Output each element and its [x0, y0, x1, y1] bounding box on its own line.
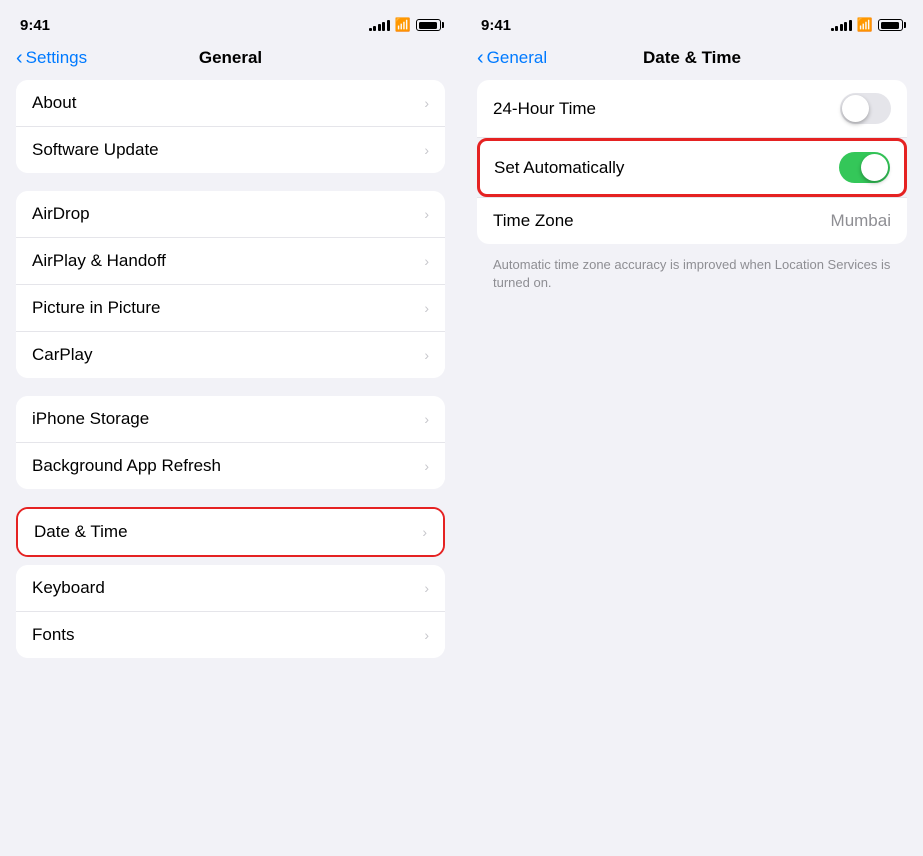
set-automatically-toggle[interactable] [839, 152, 890, 183]
hint-text: Automatic time zone accuracy is improved… [493, 256, 891, 292]
settings-group-bottom: Keyboard › Fonts › [16, 565, 445, 658]
back-label: Settings [26, 48, 87, 68]
airplay-handoff-chevron-icon: › [424, 253, 429, 269]
keyboard-row[interactable]: Keyboard › [16, 565, 445, 612]
software-update-chevron-icon: › [424, 142, 429, 158]
airdrop-row[interactable]: AirDrop › [16, 191, 445, 238]
right-panel: 9:41 📶 ‹ General Date & Time [461, 0, 923, 856]
background-app-refresh-row[interactable]: Background App Refresh › [16, 443, 445, 489]
about-label: About [32, 93, 76, 113]
settings-group-1: About › Software Update › [16, 80, 445, 173]
date-time-chevron-icon: › [422, 524, 427, 540]
keyboard-label: Keyboard [32, 578, 105, 598]
datetime-settings-group: 24-Hour Time Set Automatically Time Zone… [477, 80, 907, 244]
right-back-label: General [487, 48, 547, 68]
background-app-refresh-chevron-icon: › [424, 458, 429, 474]
software-update-label: Software Update [32, 140, 159, 160]
airplay-handoff-row[interactable]: AirPlay & Handoff › [16, 238, 445, 285]
left-panel: 9:41 📶 ‹ Settings General Abo [0, 0, 461, 856]
date-time-row-container: Date & Time › [16, 507, 445, 557]
time-zone-value: Mumbai [831, 211, 891, 231]
twenty-four-hour-toggle[interactable] [840, 93, 891, 124]
right-back-chevron-icon: ‹ [477, 48, 484, 68]
time-zone-row[interactable]: Time Zone Mumbai [477, 197, 907, 244]
left-status-icons: 📶 [369, 17, 441, 33]
set-automatically-row[interactable]: Set Automatically [477, 138, 907, 197]
keyboard-chevron-icon: › [424, 580, 429, 596]
left-nav-bar: ‹ Settings General [0, 44, 461, 80]
hint-container: Automatic time zone accuracy is improved… [461, 252, 923, 292]
left-page-title: General [199, 48, 262, 68]
right-time: 9:41 [481, 17, 511, 34]
picture-in-picture-row[interactable]: Picture in Picture › [16, 285, 445, 332]
set-automatically-label: Set Automatically [494, 158, 624, 178]
picture-in-picture-chevron-icon: › [424, 300, 429, 316]
carplay-chevron-icon: › [424, 347, 429, 363]
left-settings-content: About › Software Update › AirDrop › AirP… [0, 80, 461, 856]
carplay-row[interactable]: CarPlay › [16, 332, 445, 378]
left-status-bar: 9:41 📶 [0, 0, 461, 44]
airdrop-chevron-icon: › [424, 206, 429, 222]
software-update-row[interactable]: Software Update › [16, 127, 445, 173]
background-app-refresh-label: Background App Refresh [32, 456, 221, 476]
airplay-handoff-label: AirPlay & Handoff [32, 251, 166, 271]
right-wifi-icon: 📶 [857, 17, 873, 33]
fonts-row[interactable]: Fonts › [16, 612, 445, 658]
date-time-row[interactable]: Date & Time › [18, 509, 443, 555]
twenty-four-hour-row[interactable]: 24-Hour Time [477, 80, 907, 138]
iphone-storage-label: iPhone Storage [32, 409, 149, 429]
date-time-label: Date & Time [34, 522, 128, 542]
settings-group-2: AirDrop › AirPlay & Handoff › Picture in… [16, 191, 445, 378]
right-status-bar: 9:41 📶 [461, 0, 923, 44]
general-back-button[interactable]: ‹ General [477, 48, 547, 68]
right-nav-bar: ‹ General Date & Time [461, 44, 923, 80]
twenty-four-hour-label: 24-Hour Time [493, 99, 596, 119]
carplay-label: CarPlay [32, 345, 92, 365]
right-battery-icon [878, 19, 903, 31]
battery-icon [416, 19, 441, 31]
settings-group-3: iPhone Storage › Background App Refresh … [16, 396, 445, 489]
picture-in-picture-label: Picture in Picture [32, 298, 161, 318]
back-chevron-icon: ‹ [16, 48, 23, 68]
settings-back-button[interactable]: ‹ Settings [16, 48, 87, 68]
right-settings-content: 24-Hour Time Set Automatically Time Zone… [461, 80, 923, 292]
iphone-storage-row[interactable]: iPhone Storage › [16, 396, 445, 443]
left-time: 9:41 [20, 17, 50, 34]
right-page-title: Date & Time [643, 48, 741, 68]
wifi-icon: 📶 [395, 17, 411, 33]
right-status-icons: 📶 [831, 17, 903, 33]
iphone-storage-chevron-icon: › [424, 411, 429, 427]
fonts-label: Fonts [32, 625, 75, 645]
airdrop-label: AirDrop [32, 204, 90, 224]
about-chevron-icon: › [424, 95, 429, 111]
signal-icon [369, 19, 390, 31]
time-zone-label: Time Zone [493, 211, 574, 231]
fonts-chevron-icon: › [424, 627, 429, 643]
right-signal-icon [831, 19, 852, 31]
about-row[interactable]: About › [16, 80, 445, 127]
